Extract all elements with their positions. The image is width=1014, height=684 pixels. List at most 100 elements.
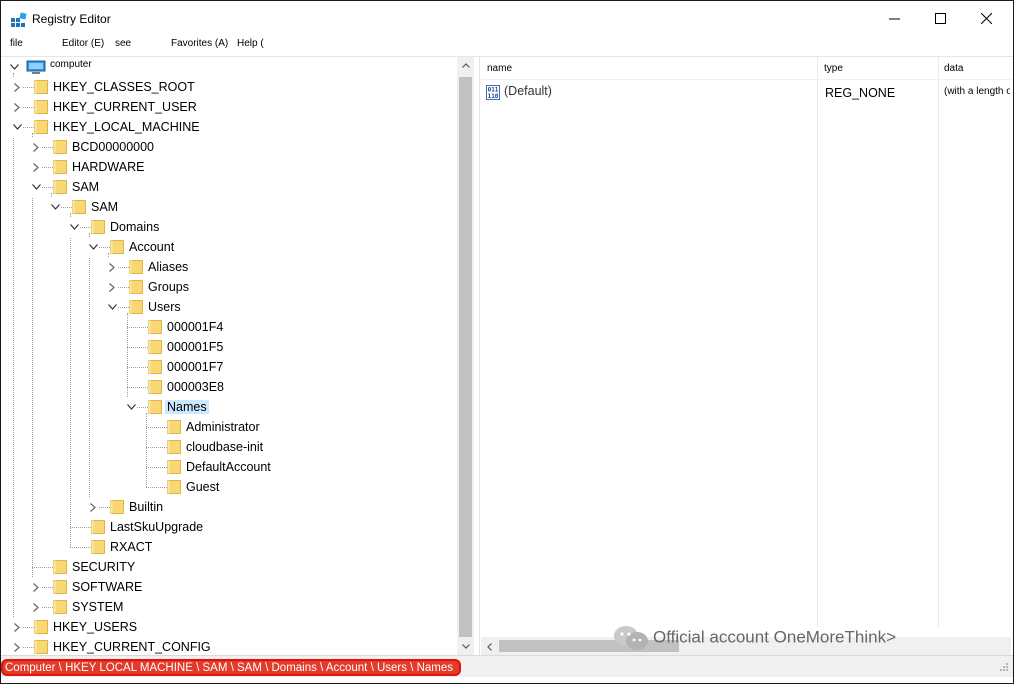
chevron-right-icon[interactable] — [11, 617, 23, 637]
values-list[interactable]: name type data 011 110 (Default) REG_NON… — [481, 57, 1011, 655]
binary-value-icon: 011 110 — [486, 85, 500, 100]
tree-node[interactable]: BCD00000000 — [5, 137, 445, 157]
folder-icon — [34, 80, 48, 94]
chevron-down-icon[interactable] — [49, 197, 61, 217]
tree-root-computer[interactable]: computer — [5, 57, 445, 77]
chevron-down-icon[interactable] — [106, 297, 118, 317]
menu-view[interactable]: see — [115, 38, 131, 49]
tree-node-label: cloudbase-init — [186, 440, 264, 454]
minimize-icon — [888, 18, 900, 19]
chevron-down-icon[interactable] — [11, 117, 23, 137]
column-header-name[interactable]: name — [481, 57, 817, 79]
column-divider[interactable] — [817, 57, 818, 627]
tree-node[interactable]: SYSTEM — [5, 597, 445, 617]
registry-path: Computer \ HKEY LOCAL MACHINE \ SAM \ SA… — [1, 659, 461, 676]
column-header-data[interactable]: data — [938, 57, 1008, 79]
menu-favorites[interactable]: Favorites (A) — [171, 38, 228, 49]
menu-help[interactable]: Help ( — [237, 38, 264, 49]
tree-node[interactable]: 000001F5 — [5, 337, 445, 357]
watermark-text: Official account OneMoreThink> — [653, 627, 896, 647]
scroll-thumb[interactable] — [459, 77, 472, 637]
tree-node[interactable]: Builtin — [5, 497, 445, 517]
tree-node[interactable]: HKEY_LOCAL_MACHINE — [5, 117, 445, 137]
chevron-right-icon[interactable] — [11, 77, 23, 97]
chevron-right-icon[interactable] — [106, 257, 118, 277]
tree-node[interactable]: 000003E8 — [5, 377, 445, 397]
chevron-right-icon[interactable] — [11, 97, 23, 117]
chevron-down-icon[interactable] — [87, 237, 99, 257]
tree-node[interactable]: HKEY_CLASSES_ROOT — [5, 77, 445, 97]
tree-node[interactable]: Account — [5, 237, 445, 257]
tree-node-label: 000001F5 — [167, 340, 224, 354]
scroll-up-arrow[interactable] — [457, 57, 474, 74]
tree-node[interactable]: 000001F4 — [5, 317, 445, 337]
tree-node[interactable]: Guest — [5, 477, 445, 497]
tree-node[interactable]: DefaultAccount — [5, 457, 445, 477]
resize-grip-icon[interactable] — [999, 662, 1009, 672]
registry-tree[interactable]: computer HKEY_CLASSES_ROOT HKEY_CURRENT_U… — [5, 57, 457, 655]
chevron-right-icon[interactable] — [30, 157, 42, 177]
tree-node[interactable]: RXACT — [5, 537, 445, 557]
tree-node[interactable]: LastSkuUpgrade — [5, 517, 445, 537]
folder-icon — [53, 560, 67, 574]
pane-splitter[interactable] — [474, 57, 480, 655]
tree-node[interactable]: Groups — [5, 277, 445, 297]
folder-icon — [148, 340, 162, 354]
tree-node-label: Account — [129, 240, 175, 254]
folder-icon — [129, 300, 143, 314]
tree-node[interactable]: HKEY_USERS — [5, 617, 445, 637]
chevron-right-icon[interactable] — [106, 277, 118, 297]
minimize-button[interactable] — [871, 1, 917, 35]
close-button[interactable] — [963, 1, 1009, 35]
tree-node[interactable]: SAM — [5, 177, 445, 197]
tree-node[interactable]: 000001F7 — [5, 357, 445, 377]
tree-node-label: Users — [148, 300, 181, 314]
maximize-button[interactable] — [917, 1, 963, 35]
chevron-down-icon[interactable] — [8, 57, 20, 77]
chevron-down-icon[interactable] — [68, 217, 80, 237]
tree-node[interactable]: Domains — [5, 217, 445, 237]
tree-node[interactable]: Names — [5, 397, 445, 417]
title-bar[interactable]: Registry Editor — [1, 1, 1013, 35]
menu-bar: file Editor (E) see Favorites (A) Help ( — [1, 35, 1013, 55]
tree-node[interactable]: SECURITY — [5, 557, 445, 577]
tree-node[interactable]: HKEY_CURRENT_USER — [5, 97, 445, 117]
tree-node[interactable]: Aliases — [5, 257, 445, 277]
chevron-right-icon[interactable] — [30, 577, 42, 597]
tree-node[interactable]: HKEY_CURRENT_CONFIG — [5, 637, 445, 655]
chevron-right-icon[interactable] — [30, 597, 42, 617]
tree-node-label: HKEY_LOCAL_MACHINE — [53, 120, 200, 134]
chevron-right-icon[interactable] — [11, 637, 23, 655]
tree-node-label: Domains — [110, 220, 160, 234]
value-type: REG_NONE — [825, 86, 896, 100]
tree-node[interactable]: SOFTWARE — [5, 577, 445, 597]
chevron-down-icon[interactable] — [125, 397, 137, 417]
tree-node[interactable]: Users — [5, 297, 445, 317]
close-icon — [980, 12, 992, 24]
menu-file[interactable]: file — [10, 38, 23, 49]
chevron-right-icon[interactable] — [87, 497, 99, 517]
tree-node[interactable]: HARDWARE — [5, 157, 445, 177]
value-data: (with a length of — [944, 86, 1010, 97]
tree-vertical-scrollbar[interactable] — [457, 57, 474, 655]
column-header-type[interactable]: type — [818, 57, 938, 79]
chevron-right-icon[interactable] — [30, 137, 42, 157]
folder-icon — [148, 360, 162, 374]
scroll-down-arrow[interactable] — [457, 638, 474, 655]
registry-editor-icon — [11, 12, 27, 27]
value-name: (Default) — [504, 84, 552, 98]
tree-node-label: HARDWARE — [72, 160, 145, 174]
wechat-icon — [614, 626, 648, 650]
chevron-left-icon — [487, 642, 492, 651]
folder-icon — [91, 540, 105, 554]
scroll-left-arrow[interactable] — [481, 638, 498, 655]
menu-edit[interactable]: Editor (E) — [62, 38, 104, 49]
chevron-down-icon[interactable] — [30, 177, 42, 197]
tree-node[interactable]: Administrator — [5, 417, 445, 437]
tree-node-label: RXACT — [110, 540, 153, 554]
tree-node-label: Administrator — [186, 420, 260, 434]
column-divider[interactable] — [938, 57, 939, 627]
tree-node[interactable]: cloudbase-init — [5, 437, 445, 457]
folder-icon — [72, 200, 86, 214]
tree-node[interactable]: SAM — [5, 197, 445, 217]
